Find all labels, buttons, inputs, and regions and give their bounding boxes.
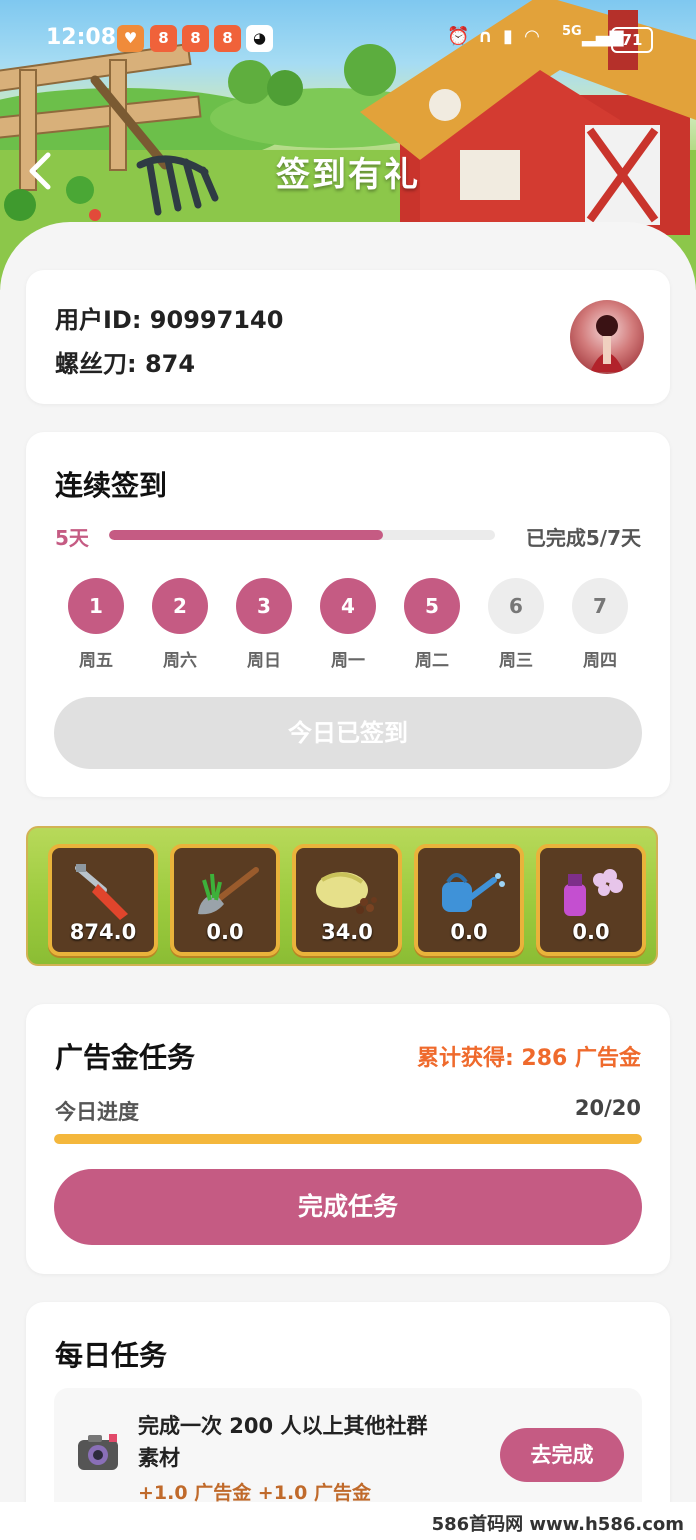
heart-app-icon: ♥: [117, 25, 144, 52]
weekday-label: 周三: [499, 651, 533, 671]
ad-total-earned: 累计获得: 286 广告金: [416, 1046, 641, 1071]
avatar-icon: [590, 315, 624, 372]
watering-can-icon: [434, 860, 506, 920]
day-circle: 6: [488, 578, 544, 634]
sign-in-progress-fill: [109, 530, 384, 540]
app-icon: 8: [182, 25, 209, 52]
wifi-icon: ◠: [525, 26, 539, 47]
day-circle: 7: [572, 578, 628, 634]
weekday-label: 周二: [415, 651, 449, 671]
tool-count: 0.0: [206, 920, 244, 944]
ad-progress-bar: [54, 1134, 642, 1144]
tool-slot[interactable]: 874.0: [48, 844, 158, 956]
daily-tasks-card: 每日任务 完成一次 200 人以上其他社群 素材 +1.0 广告金 +1.0 广…: [26, 1302, 670, 1532]
day-circle: 1: [68, 578, 124, 634]
seed-bag-icon: [312, 860, 384, 920]
app-icon: 8: [150, 25, 177, 52]
tool-slot[interactable]: 0.0: [170, 844, 280, 956]
list-item: 完成一次 200 人以上其他社群 素材 +1.0 广告金 +1.0 广告金 去完…: [54, 1388, 642, 1518]
app-icon: 8: [214, 25, 241, 52]
day-circle: 4: [320, 578, 376, 634]
tool-slot[interactable]: 34.0: [292, 844, 402, 956]
complete-task-button[interactable]: 完成任务: [54, 1169, 642, 1245]
network-label: 5G: [562, 24, 582, 39]
avatar[interactable]: [570, 300, 644, 374]
signed-today-button[interactable]: 今日已签到: [54, 697, 642, 769]
status-time: 12:08: [46, 25, 117, 50]
ad-task-card: 广告金任务 累计获得: 286 广告金 今日进度 20/20 完成任务: [26, 1004, 670, 1274]
tool-slot[interactable]: 0.0: [536, 844, 646, 956]
weekday-label: 周一: [331, 651, 365, 671]
user-id-label: 用户ID: 90997140: [55, 306, 284, 334]
battery-saver-icon: ▮: [503, 26, 513, 47]
tool-count: 34.0: [321, 920, 373, 944]
tool-slot[interactable]: 0.0: [414, 844, 524, 956]
weekday-label: 周日: [247, 651, 281, 671]
sign-in-completed-label: 已完成5/7天: [525, 526, 641, 550]
today-progress-value: 20/20: [574, 1096, 641, 1120]
shovel-icon: [190, 860, 262, 920]
sign-in-title: 连续签到: [55, 469, 168, 502]
tool-count: 0.0: [450, 920, 488, 944]
tool-count: 874.0: [69, 920, 137, 944]
task-reward: +1.0 广告金 +1.0 广告金: [138, 1482, 372, 1504]
weekday-label: 周五: [79, 651, 113, 671]
day-circle: 3: [236, 578, 292, 634]
screwdriver-icon: [68, 860, 140, 920]
sign-in-progress-bar: [109, 530, 495, 540]
day-circle: 2: [152, 578, 208, 634]
battery-indicator: 71: [611, 27, 653, 53]
spray-bottle-icon: [556, 860, 628, 920]
farm-tools-strip: 874.0 0.0 34.0 0.0 0.0: [26, 826, 658, 966]
qq-penguin-icon: ◕: [246, 25, 273, 52]
screwdriver-count-label: 螺丝刀: 874: [55, 350, 196, 378]
task-title-line2: 素材: [138, 1446, 180, 1470]
page-title: 签到有礼: [276, 155, 420, 195]
today-progress-label: 今日进度: [55, 1100, 139, 1124]
ad-task-title: 广告金任务: [55, 1041, 196, 1074]
sign-in-days-label: 5天: [55, 526, 89, 550]
bottom-bar: 586首码网 www.h586.com: [0, 1502, 696, 1540]
camera-icon: [78, 1434, 118, 1470]
daily-tasks-title: 每日任务: [55, 1339, 168, 1372]
ad-progress-fill: [54, 1134, 642, 1144]
status-bar: 12:08 ♥ 8 8 8 ◕ ⏰ ∩ ▮ ◠ 5G ▂▄▆ 71: [0, 0, 696, 78]
alarm-icon: ⏰: [447, 26, 470, 47]
sign-in-card: 连续签到 5天 已完成5/7天 1 周五 2 周六 3 周日 4 周一 5 周二 6 周三 7 周四 今日…: [26, 432, 670, 797]
tool-count: 0.0: [572, 920, 610, 944]
weekday-label: 周四: [583, 651, 617, 671]
go-complete-button[interactable]: 去完成: [500, 1428, 624, 1482]
user-info-card: 用户ID: 90997140 螺丝刀: 874: [26, 270, 670, 404]
task-title-line1: 完成一次 200 人以上其他社群: [138, 1414, 428, 1438]
watermark: 586首码网 www.h586.com: [431, 1514, 684, 1535]
headphones-icon: ∩: [478, 26, 493, 47]
weekday-label: 周六: [163, 651, 197, 671]
day-circle: 5: [404, 578, 460, 634]
